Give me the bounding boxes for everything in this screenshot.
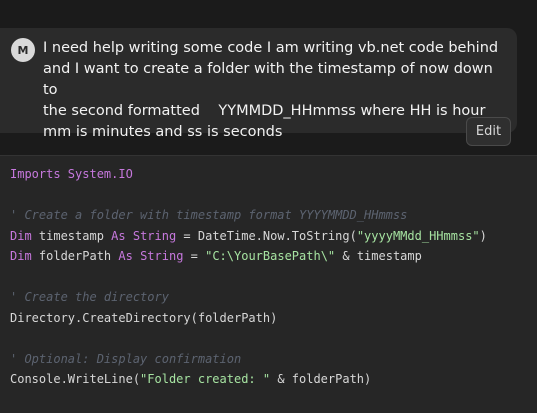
code-text: & timestamp [335, 249, 422, 263]
code-comment: ' Optional: Display confirmation [10, 351, 242, 366]
code-line-8: Directory.CreateDirectory(folderPath) [10, 308, 487, 329]
code-text: Directory.CreateDirectory(folderPath) [10, 310, 278, 325]
namespace-system-io: System.IO [60, 167, 133, 181]
variable-name: timestamp [31, 228, 112, 243]
code-line-3: ' Create a folder with timestamp format … [10, 205, 487, 226]
user-message-text: I need help writing some code I am writi… [43, 40, 499, 140]
code-line-1: Imports System.IO [10, 164, 487, 185]
code-line-10: ' Optional: Display confirmation [10, 349, 487, 370]
code-content: Imports System.IO ' Create a folder with … [10, 164, 487, 390]
keyword-dim: Dim [10, 249, 32, 263]
code-line-5: Dim folderPath As String = "C:\YourBaseP… [10, 246, 487, 267]
keyword-dim: Dim [10, 228, 32, 243]
string-literal: "yyyyMMdd_HHmmss" [356, 228, 480, 243]
keyword-as: As [118, 249, 133, 263]
type-string: String [125, 228, 177, 243]
edit-message-button[interactable]: Edit [466, 117, 511, 146]
code-text: Console.WriteLine( [10, 372, 141, 386]
code-text: & folderPath) [270, 372, 372, 386]
code-line-11: Console.WriteLine("Folder created: " & f… [10, 369, 487, 390]
string-literal: "Folder created: " [140, 372, 271, 386]
user-avatar: M [11, 38, 35, 62]
code-block: Imports System.IO ' Create a folder with … [0, 155, 537, 413]
string-literal: "C:\YourBasePath\" [205, 249, 336, 263]
variable-name: folderPath [31, 249, 119, 263]
code-text: = DateTime.Now.ToString( [176, 228, 357, 243]
keyword-imports: Imports [10, 167, 61, 181]
code-line-4: Dim timestamp As String = DateTime.Now.T… [10, 226, 487, 247]
keyword-as: As [111, 228, 126, 243]
code-line-7: ' Create the directory [10, 287, 487, 308]
code-comment: ' Create a folder with timestamp format … [10, 208, 408, 222]
type-string: String [132, 249, 184, 263]
code-text: ) [479, 228, 487, 243]
code-comment: ' Create the directory [10, 290, 169, 304]
code-text: = [183, 249, 206, 263]
